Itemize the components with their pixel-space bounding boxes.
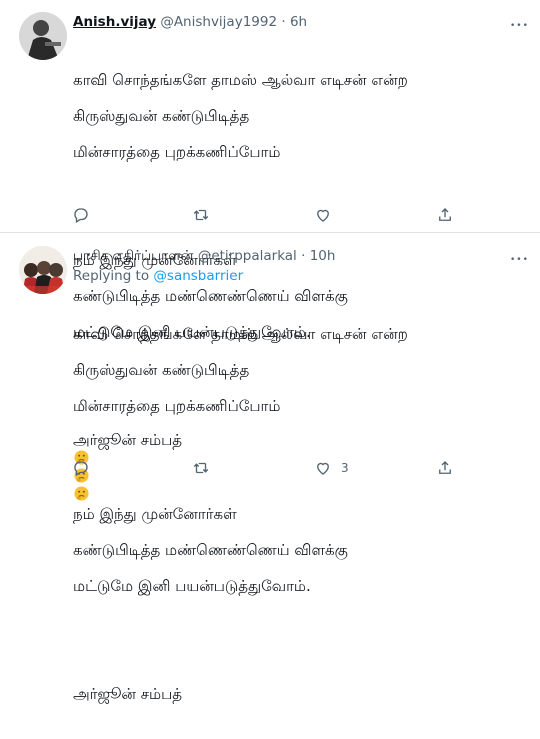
like-count: 3 (341, 461, 349, 475)
separator: · (281, 14, 286, 30)
handle[interactable]: @Anishvijay1992 (160, 14, 277, 30)
text-line: காவி சொந்தங்களே தாமஸ் ஆல்வா எடிசன் என்ற (73, 325, 408, 343)
retweet-button[interactable] (192, 206, 219, 224)
tweet-text: காவி சொந்தங்களே தாமஸ் ஆல்வா எடிசன் என்ற … (73, 289, 408, 739)
tweet-header: பாசிச எதிர்ப்பாளன் @etirppalarkal · 10h (73, 248, 335, 266)
tweet-header: Anish.vijay @Anishvijay1992 · 6h (73, 14, 307, 30)
reply-button[interactable] (72, 206, 99, 224)
text-line: மின்சாரத்தை புறக்கணிப்போம் (73, 143, 281, 161)
like-button[interactable] (314, 206, 341, 224)
retweet-icon (193, 209, 209, 221)
share-icon (439, 208, 451, 221)
paragraph-1: காவி சொந்தங்களே தாமஸ் ஆல்வா எடிசன் என்ற … (73, 307, 408, 433)
reply-icon (74, 461, 88, 476)
replying-prefix: Replying to (73, 268, 150, 284)
text-line: கிருஸ்துவன் கண்டுபிடித்த (73, 107, 250, 125)
retweet-icon (193, 462, 209, 474)
avatar[interactable] (19, 246, 67, 294)
separator: · (301, 248, 306, 264)
replying-to-link[interactable]: @sansbarrier (153, 268, 243, 284)
heart-icon (317, 462, 329, 475)
retweet-button[interactable] (192, 459, 219, 477)
like-button[interactable]: 3 (314, 459, 349, 477)
paragraph-3: அர்ஜூன் சம்பத் (73, 667, 408, 721)
paragraph-1: காவி சொந்தங்களே தாமஸ் ஆல்வா எடிசன் என்ற … (73, 53, 408, 179)
text-line: கிருஸ்துவன் கண்டுபிடித்த (73, 361, 250, 379)
heart-icon (317, 209, 329, 222)
tweet-1[interactable]: Anish.vijay @Anishvijay1992 · 6h ••• காவ… (0, 0, 540, 501)
timestamp[interactable]: 6h (290, 14, 307, 30)
text-line: கண்டுபிடித்த மண்ணெண்ணெய் விளக்கு (73, 541, 348, 559)
share-button[interactable] (436, 206, 463, 224)
more-icon: ••• (510, 21, 529, 31)
text-line: மட்டுமே இனி பயன்படுத்துவோம். (73, 577, 311, 595)
text-line: அர்ஜூன் சம்பத் (73, 685, 183, 703)
share-button[interactable] (436, 459, 463, 477)
replying-to: Replying to @sansbarrier (73, 268, 243, 284)
tweet-actions: 3 (72, 459, 462, 483)
tweet-actions (72, 206, 462, 230)
avatar[interactable] (19, 12, 67, 60)
text-line: காவி சொந்தங்களே தாமஸ் ஆல்வா எடிசன் என்ற (73, 71, 408, 89)
reply-button[interactable] (72, 459, 99, 477)
share-icon (439, 461, 451, 474)
text-line: நம் இந்து முன்னோர்கள் (73, 505, 237, 523)
tweet-2[interactable]: பாசிச எதிர்ப்பாளன் @etirppalarkal · 10h … (0, 233, 540, 703)
display-name[interactable]: Anish.vijay (73, 14, 156, 30)
display-name[interactable]: பாசிச எதிர்ப்பாளன் (73, 248, 194, 264)
more-icon: ••• (510, 255, 529, 265)
more-options-button[interactable]: ••• (510, 246, 529, 267)
handle[interactable]: @etirppalarkal (198, 248, 297, 264)
timestamp[interactable]: 10h (310, 248, 336, 264)
more-options-button[interactable]: ••• (510, 12, 529, 33)
paragraph-2: நம் இந்து முன்னோர்கள் கண்டுபிடித்த மண்ணெ… (73, 487, 408, 613)
reply-icon (74, 208, 88, 223)
text-line: மின்சாரத்தை புறக்கணிப்போம் (73, 397, 281, 415)
